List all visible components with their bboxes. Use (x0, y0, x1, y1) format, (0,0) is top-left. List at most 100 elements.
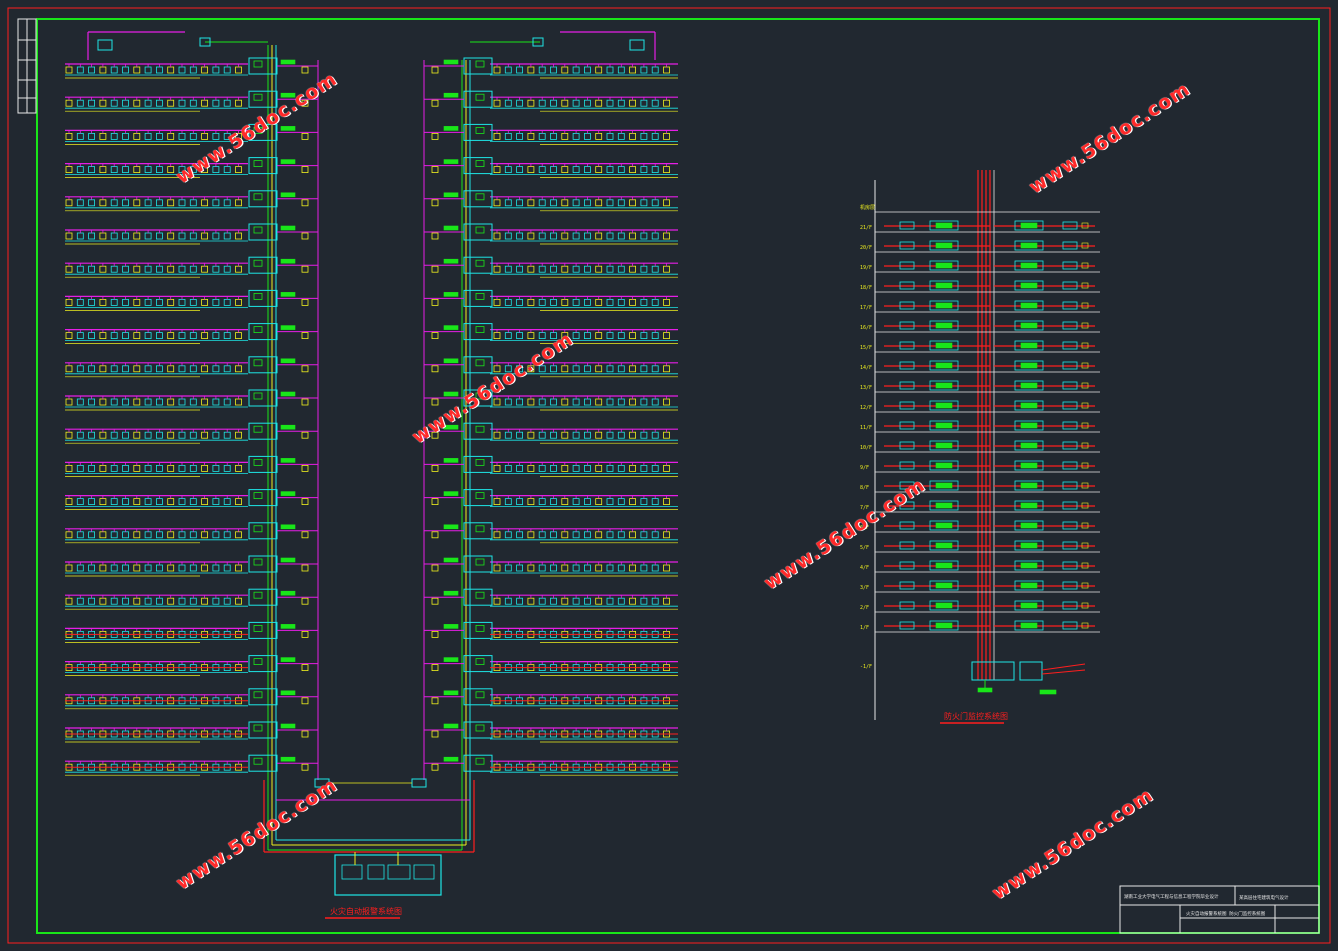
device-symbol (651, 597, 659, 605)
floor-module-box (463, 356, 493, 374)
label-block (443, 126, 459, 131)
device-symbol (301, 564, 309, 572)
device-symbol (572, 464, 580, 472)
device-symbol (212, 199, 220, 207)
module-symbol (475, 93, 485, 101)
label-block (443, 258, 459, 264)
device-symbol (189, 66, 197, 74)
device-symbol (99, 132, 107, 140)
label-block (280, 325, 296, 330)
device-symbol (212, 265, 220, 273)
device-symbol (663, 132, 670, 140)
device-symbol (65, 232, 73, 240)
device-symbol (301, 498, 309, 506)
module-symbol (253, 591, 263, 599)
device-symbol (561, 66, 569, 74)
label-block (443, 325, 459, 330)
label-block (280, 624, 296, 629)
device-symbol (178, 564, 186, 572)
device-symbol (212, 232, 220, 240)
floor-module-box (248, 522, 278, 540)
device-symbol (65, 66, 73, 74)
device-symbol (572, 498, 580, 506)
label-block (280, 424, 296, 430)
device-symbol (516, 597, 523, 605)
device-symbol (110, 332, 118, 340)
floor-label: 13/F (860, 385, 872, 391)
device-symbol (178, 398, 186, 406)
floor-label: 8/F (860, 485, 869, 491)
device-symbol (550, 199, 557, 207)
label-block (443, 624, 459, 629)
device-symbol (178, 464, 186, 472)
device-symbol (550, 66, 557, 74)
title-block: 湖南工业大学电气工程与信息工程学院毕业设计 某高层住宅建筑电气设计 火灾自动报警… (1119, 885, 1320, 934)
device-symbol (629, 597, 636, 605)
device-symbol (178, 66, 186, 74)
device-symbol (76, 564, 84, 572)
device-symbol (223, 564, 231, 572)
device-symbol (516, 298, 523, 306)
device-symbol (606, 199, 614, 207)
device-symbol (110, 431, 118, 439)
device-symbol (155, 398, 163, 406)
device-symbol (88, 99, 95, 107)
device-symbol (561, 498, 569, 506)
floor-module-box (463, 522, 493, 540)
device-symbol (651, 332, 659, 340)
device-symbol (144, 531, 152, 539)
device-symbol (663, 99, 670, 107)
device-symbol (584, 298, 591, 306)
device-symbol (133, 166, 141, 174)
label-block (443, 225, 459, 231)
device-symbol (133, 232, 141, 240)
device-symbol (651, 232, 659, 240)
device-symbol (538, 199, 546, 207)
device-symbol (651, 99, 659, 107)
device-symbol (595, 365, 603, 373)
device-symbol (527, 332, 535, 340)
device-symbol (431, 332, 439, 340)
device-symbol (76, 332, 84, 340)
device-symbol (201, 199, 209, 207)
device-symbol (431, 232, 439, 240)
device-symbol (122, 166, 129, 174)
device-symbol (504, 298, 512, 306)
device-symbol (301, 166, 309, 174)
device-symbol (235, 166, 242, 174)
device-symbol (133, 398, 141, 406)
device-symbol (76, 431, 84, 439)
device-symbol (88, 597, 95, 605)
device-symbol (527, 298, 535, 306)
device-symbol (144, 199, 152, 207)
label-block (280, 225, 296, 231)
module-symbol (475, 492, 485, 500)
device-symbol (617, 232, 625, 240)
floor-module-box (248, 323, 278, 341)
device-symbol (155, 66, 163, 74)
device-symbol (617, 132, 625, 140)
device-symbol (629, 531, 636, 539)
floor-module-box (248, 688, 278, 706)
device-symbol (431, 265, 439, 273)
door-label (1020, 402, 1038, 409)
device-symbol (301, 697, 309, 705)
device-symbol (133, 199, 141, 207)
device-symbol (189, 132, 197, 140)
device-symbol (223, 166, 231, 174)
module-symbol (475, 160, 485, 168)
device-symbol (651, 464, 659, 472)
device-symbol (76, 298, 84, 306)
device-symbol (76, 265, 84, 273)
floor-module-box (248, 489, 278, 507)
device-symbol (88, 531, 95, 539)
device-symbol (235, 498, 242, 506)
device-symbol (493, 66, 501, 74)
device-symbol (572, 332, 580, 340)
door-label (935, 242, 953, 249)
device-symbol (629, 66, 636, 74)
device-symbol (584, 431, 591, 439)
module-symbol (475, 525, 485, 533)
device-symbol (561, 365, 569, 373)
device-symbol (201, 564, 209, 572)
